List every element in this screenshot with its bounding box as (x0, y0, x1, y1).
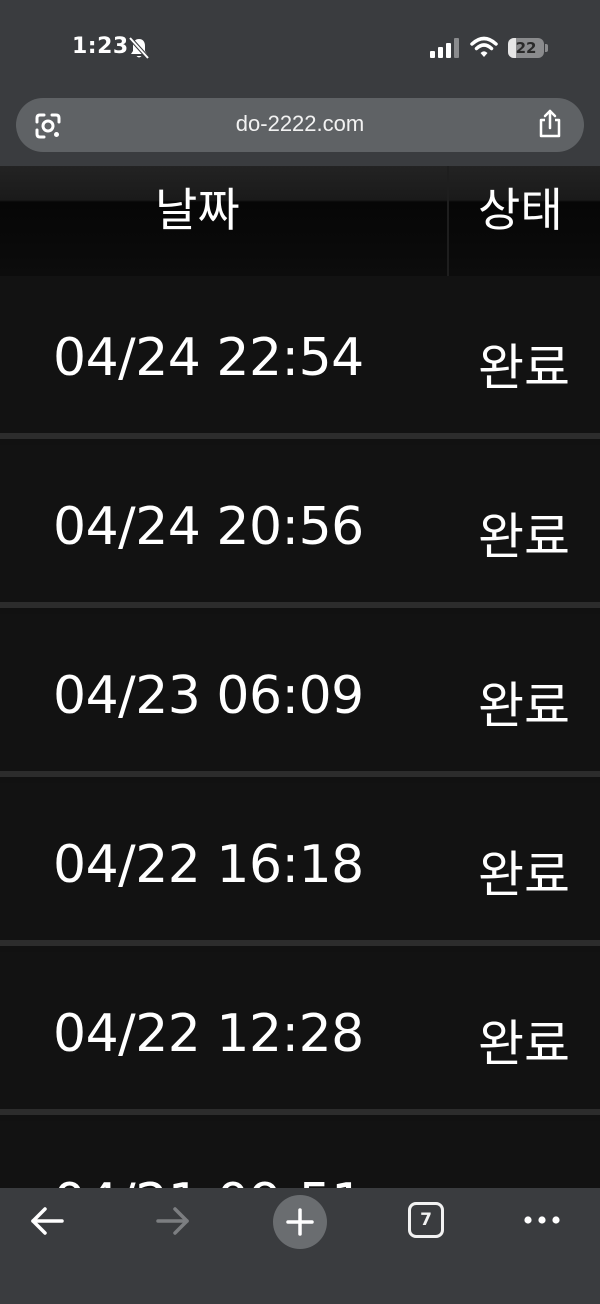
share-icon[interactable] (536, 109, 564, 139)
column-header-date: 날짜 (155, 183, 240, 237)
row-date: 04/22 16:18 (53, 835, 364, 895)
history-table: 날짜 상태 04/24 22:54 완료 04/24 20:56 완료 04/2… (0, 166, 600, 1188)
row-date: 04/24 20:56 (53, 497, 364, 557)
header-divider (447, 166, 449, 276)
row-date: 04/24 22:54 (53, 328, 364, 388)
status-time: 1:23 (72, 34, 129, 59)
new-tab-button[interactable] (273, 1195, 327, 1249)
table-header: 날짜 상태 (0, 166, 600, 276)
back-arrow-icon[interactable] (28, 1204, 66, 1238)
more-icon[interactable] (522, 1214, 562, 1226)
row-date: 04/23 06:09 (53, 666, 364, 726)
signal-icon (430, 38, 459, 58)
row-date: 04/22 12:28 (53, 1004, 364, 1064)
table-row[interactable]: 04/21 09:51 완료 (0, 1121, 600, 1188)
wifi-icon (470, 36, 498, 57)
tab-count: 7 (420, 1210, 432, 1230)
status-bar: 1:23 22 (0, 0, 600, 88)
bell-slash-icon (128, 36, 150, 60)
table-row[interactable]: 04/23 06:09 완료 (0, 614, 600, 777)
battery-icon: 22 (508, 38, 548, 58)
browser-toolbar: 7 (0, 1188, 600, 1304)
row-status: 완료 (478, 508, 570, 566)
plus-icon (286, 1208, 314, 1236)
url-text[interactable]: do-2222.com (16, 111, 584, 137)
table-row[interactable]: 04/22 12:28 완료 (0, 952, 600, 1115)
table-row[interactable]: 04/24 22:54 완료 (0, 276, 600, 439)
row-status: 완료 (478, 1015, 570, 1073)
row-status: 완료 (478, 1173, 570, 1188)
row-status: 완료 (478, 677, 570, 735)
column-header-status: 상태 (478, 183, 563, 237)
table-row[interactable]: 04/22 16:18 완료 (0, 783, 600, 946)
browser-address-area: do-2222.com (0, 88, 600, 166)
row-date: 04/21 09:51 (53, 1173, 364, 1188)
tabs-button[interactable]: 7 (408, 1202, 444, 1238)
row-status: 완료 (478, 846, 570, 904)
table-row[interactable]: 04/24 20:56 완료 (0, 445, 600, 608)
address-bar[interactable]: do-2222.com (16, 98, 584, 152)
battery-level: 22 (515, 39, 537, 57)
forward-arrow-icon[interactable] (154, 1204, 192, 1238)
row-status: 완료 (478, 339, 570, 397)
